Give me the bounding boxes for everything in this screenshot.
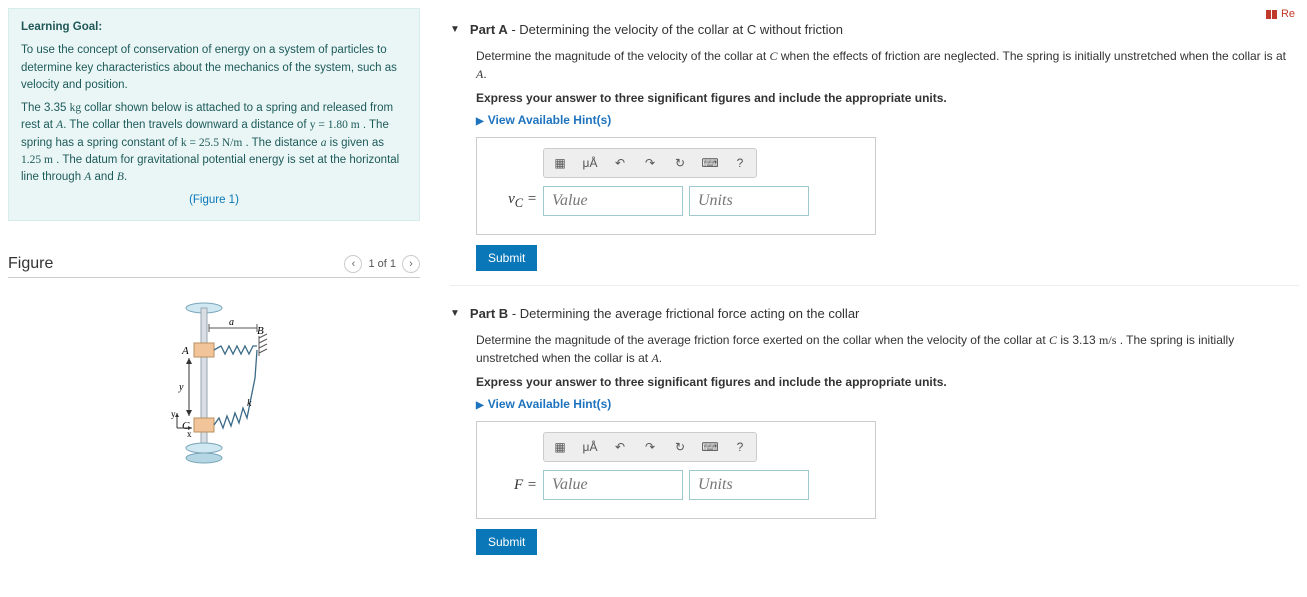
svg-text:x: x: [187, 429, 192, 439]
part-b-header[interactable]: ▼ Part B - Determining the average frict…: [450, 306, 1299, 321]
reset-icon[interactable]: ↻: [666, 435, 694, 459]
part-a-header[interactable]: ▼ Part A - Determining the velocity of t…: [450, 22, 1299, 37]
problem-statement: The 3.35 kg collar shown below is attach…: [21, 100, 407, 186]
part-b-submit-button[interactable]: Submit: [476, 529, 537, 555]
caret-down-icon: ▼: [450, 24, 460, 35]
part-b-toolbar: ▦ μÅ ↶ ↷ ↻ ⌨ ?: [543, 432, 757, 462]
part-a-answer-box: ▦ μÅ ↶ ↷ ↻ ⌨ ? vC =: [476, 137, 876, 235]
svg-text:B: B: [257, 325, 264, 337]
triangle-right-icon: ▶: [476, 116, 484, 127]
help-icon[interactable]: ?: [726, 151, 754, 175]
triangle-right-icon: ▶: [476, 400, 484, 411]
redo-icon[interactable]: ↷: [636, 435, 664, 459]
part-b-units-input[interactable]: [689, 470, 809, 500]
svg-text:y: y: [178, 382, 184, 393]
part-b-instruction: Express your answer to three significant…: [476, 373, 1299, 391]
part-a-desc: Determine the magnitude of the velocity …: [476, 47, 1299, 83]
help-icon[interactable]: ?: [726, 435, 754, 459]
next-figure-button[interactable]: ›: [402, 255, 420, 273]
part-a-units-input[interactable]: [689, 186, 809, 216]
symbols-button[interactable]: μÅ: [576, 151, 604, 175]
svg-text:a: a: [229, 317, 234, 328]
undo-icon[interactable]: ↶: [606, 151, 634, 175]
prev-figure-button[interactable]: ‹: [344, 255, 362, 273]
figure-pager: ‹ 1 of 1 ›: [344, 255, 420, 273]
figure-link[interactable]: (Figure 1): [21, 192, 407, 209]
part-a-instruction: Express your answer to three significant…: [476, 89, 1299, 107]
svg-text:k: k: [247, 398, 252, 409]
part-b-desc: Determine the magnitude of the average f…: [476, 331, 1299, 367]
learning-goal-panel: Learning Goal: To use the concept of con…: [8, 8, 420, 221]
symbols-button[interactable]: μÅ: [576, 435, 604, 459]
keyboard-icon[interactable]: ⌨: [696, 435, 724, 459]
part-b-answer-box: ▦ μÅ ↶ ↷ ↻ ⌨ ? F =: [476, 421, 876, 519]
part-b-eq-label: F =: [489, 477, 537, 494]
template-icon[interactable]: ▦: [546, 435, 574, 459]
part-a-submit-button[interactable]: Submit: [476, 245, 537, 271]
part-a-eq-label: vC =: [489, 191, 537, 211]
part-a-value-input[interactable]: [543, 186, 683, 216]
svg-text:y: y: [171, 409, 176, 419]
reset-icon[interactable]: ↻: [666, 151, 694, 175]
template-icon[interactable]: ▦: [546, 151, 574, 175]
top-right-link[interactable]: Re: [450, 8, 1299, 22]
undo-icon[interactable]: ↶: [606, 435, 634, 459]
bar-icon: [1272, 10, 1277, 19]
learning-goal-text: To use the concept of conservation of en…: [21, 42, 407, 94]
bar-icon: [1266, 10, 1271, 19]
part-b-hints-link[interactable]: ▶View Available Hint(s): [476, 397, 1299, 411]
learning-goal-title: Learning Goal:: [21, 19, 407, 36]
figure-heading: Figure: [8, 255, 53, 273]
part-b-value-input[interactable]: [543, 470, 683, 500]
figure-pager-label: 1 of 1: [368, 258, 396, 270]
part-a-title: Part A - Determining the velocity of the…: [470, 22, 843, 37]
part-a-hints-link[interactable]: ▶View Available Hint(s): [476, 113, 1299, 127]
caret-down-icon: ▼: [450, 308, 460, 319]
redo-icon[interactable]: ↷: [636, 151, 664, 175]
part-a-toolbar: ▦ μÅ ↶ ↷ ↻ ⌨ ?: [543, 148, 757, 178]
figure-diagram: A C B a k: [8, 278, 420, 501]
keyboard-icon[interactable]: ⌨: [696, 151, 724, 175]
part-b-title: Part B - Determining the average frictio…: [470, 306, 859, 321]
svg-text:A: A: [181, 345, 189, 357]
